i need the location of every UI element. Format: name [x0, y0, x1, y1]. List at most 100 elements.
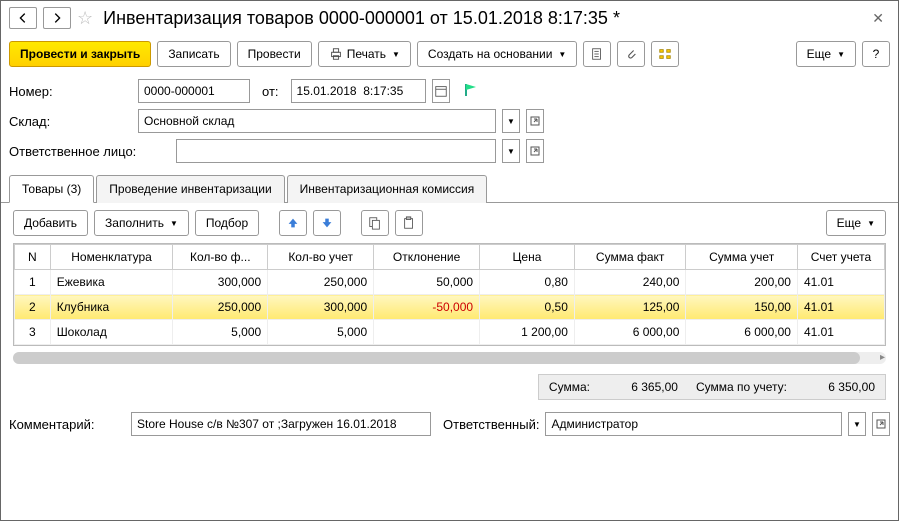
responsible-open-button[interactable]: [526, 139, 544, 163]
close-button[interactable]: ✕: [866, 10, 890, 27]
cell-sum-acc[interactable]: 150,00: [686, 295, 798, 320]
cell-account[interactable]: 41.01: [797, 295, 884, 320]
print-button[interactable]: Печать ▼: [318, 41, 411, 67]
nav-forward-button[interactable]: [43, 7, 71, 29]
chevron-down-icon: ▼: [392, 50, 400, 59]
tab-inventory-process[interactable]: Проведение инвентаризации: [96, 175, 284, 203]
scrollbar-thumb[interactable]: [13, 352, 860, 364]
tab-commission[interactable]: Инвентаризационная комиссия: [287, 175, 488, 203]
write-button[interactable]: Записать: [157, 41, 230, 67]
check-flag-icon: [464, 82, 480, 98]
warehouse-dropdown-button[interactable]: ▼: [502, 109, 520, 133]
from-label: от:: [262, 84, 279, 99]
warehouse-open-button[interactable]: [526, 109, 544, 133]
report-button[interactable]: [583, 41, 611, 67]
table-more-label: Еще: [837, 216, 861, 230]
favorite-star-icon[interactable]: ☆: [77, 8, 93, 29]
cell-nomenclature[interactable]: Ежевика: [50, 270, 173, 295]
warehouse-input[interactable]: [138, 109, 496, 133]
col-sum-fact[interactable]: Сумма факт: [574, 245, 686, 270]
paste-button[interactable]: [395, 210, 423, 236]
open-icon: [876, 419, 886, 429]
chevron-down-icon: ▼: [170, 219, 178, 228]
bottom-responsible-input[interactable]: [545, 412, 842, 436]
print-label: Печать: [347, 47, 386, 61]
cell-sum-fact[interactable]: 240,00: [574, 270, 686, 295]
responsible-input[interactable]: [176, 139, 496, 163]
col-sum-acc[interactable]: Сумма учет: [686, 245, 798, 270]
pick-button[interactable]: Подбор: [195, 210, 259, 236]
bottom-responsible-dropdown[interactable]: ▼: [848, 412, 866, 436]
cell-qty-acc[interactable]: 250,000: [268, 270, 374, 295]
create-based-button[interactable]: Создать на основании ▼: [417, 41, 577, 67]
cell-account[interactable]: 41.01: [797, 270, 884, 295]
structure-button[interactable]: [651, 41, 679, 67]
nav-back-button[interactable]: [9, 7, 37, 29]
process-button[interactable]: Провести: [237, 41, 312, 67]
sum-acc-label: Сумма по учету:: [696, 380, 787, 394]
cell-price[interactable]: 0,80: [480, 270, 575, 295]
cell-sum-acc[interactable]: 6 000,00: [686, 320, 798, 345]
date-input[interactable]: [291, 79, 426, 103]
table-row[interactable]: 1Ежевика300,000250,00050,0000,80240,0020…: [15, 270, 885, 295]
cell-qty-acc[interactable]: 300,000: [268, 295, 374, 320]
number-input[interactable]: [138, 79, 250, 103]
col-qty-fact[interactable]: Кол-во ф...: [173, 245, 268, 270]
cell-price[interactable]: 1 200,00: [480, 320, 575, 345]
attach-button[interactable]: [617, 41, 645, 67]
table-row[interactable]: 3Шоколад5,0005,0001 200,006 000,006 000,…: [15, 320, 885, 345]
sum-acc-value: 6 350,00: [805, 380, 875, 394]
create-based-label: Создать на основании: [428, 47, 553, 61]
goods-table[interactable]: N Номенклатура Кол-во ф... Кол-во учет О…: [14, 244, 885, 345]
cell-account[interactable]: 41.01: [797, 320, 884, 345]
comment-label: Комментарий:: [9, 417, 125, 432]
cell-qty-fact[interactable]: 300,000: [173, 270, 268, 295]
cell-n[interactable]: 3: [15, 320, 51, 345]
col-n[interactable]: N: [15, 245, 51, 270]
cell-sum-fact[interactable]: 125,00: [574, 295, 686, 320]
cell-delta[interactable]: 50,000: [374, 270, 480, 295]
process-close-button[interactable]: Провести и закрыть: [9, 41, 151, 67]
move-up-button[interactable]: [279, 210, 307, 236]
cell-sum-fact[interactable]: 6 000,00: [574, 320, 686, 345]
copy-icon: [368, 216, 382, 230]
comment-input[interactable]: [131, 412, 431, 436]
move-down-button[interactable]: [313, 210, 341, 236]
approve-icon-wrap[interactable]: [464, 82, 480, 101]
fill-button[interactable]: Заполнить ▼: [94, 210, 189, 236]
calendar-button[interactable]: [432, 79, 450, 103]
horizontal-scrollbar[interactable]: ▸: [13, 352, 886, 364]
paperclip-icon: [624, 47, 638, 61]
chevron-down-icon: ▼: [867, 219, 875, 228]
bottom-responsible-open[interactable]: [872, 412, 890, 436]
more-button[interactable]: Еще ▼: [796, 41, 856, 67]
table-more-button[interactable]: Еще ▼: [826, 210, 886, 236]
add-row-button[interactable]: Добавить: [13, 210, 88, 236]
cell-delta[interactable]: [374, 320, 480, 345]
cell-price[interactable]: 0,50: [480, 295, 575, 320]
responsible-dropdown-button[interactable]: ▼: [502, 139, 520, 163]
cell-n[interactable]: 2: [15, 295, 51, 320]
chevron-down-icon: ▼: [837, 50, 845, 59]
cell-qty-acc[interactable]: 5,000: [268, 320, 374, 345]
arrow-down-icon: [320, 216, 334, 230]
document-icon: [590, 47, 604, 61]
cell-qty-fact[interactable]: 250,000: [173, 295, 268, 320]
cell-nomenclature[interactable]: Клубника: [50, 295, 173, 320]
help-button[interactable]: ?: [862, 41, 890, 67]
col-qty-acc[interactable]: Кол-во учет: [268, 245, 374, 270]
col-account[interactable]: Счет учета: [797, 245, 884, 270]
cell-n[interactable]: 1: [15, 270, 51, 295]
cell-delta[interactable]: -50,000: [374, 295, 480, 320]
col-nomenclature[interactable]: Номенклатура: [50, 245, 173, 270]
col-price[interactable]: Цена: [480, 245, 575, 270]
copy-button[interactable]: [361, 210, 389, 236]
sum-label: Сумма:: [549, 380, 590, 394]
cell-qty-fact[interactable]: 5,000: [173, 320, 268, 345]
cell-nomenclature[interactable]: Шоколад: [50, 320, 173, 345]
col-delta[interactable]: Отклонение: [374, 245, 480, 270]
scrollbar-arrow-right-icon: ▸: [880, 352, 885, 363]
table-row[interactable]: 2Клубника250,000300,000-50,0000,50125,00…: [15, 295, 885, 320]
tab-goods[interactable]: Товары (3): [9, 175, 94, 203]
cell-sum-acc[interactable]: 200,00: [686, 270, 798, 295]
